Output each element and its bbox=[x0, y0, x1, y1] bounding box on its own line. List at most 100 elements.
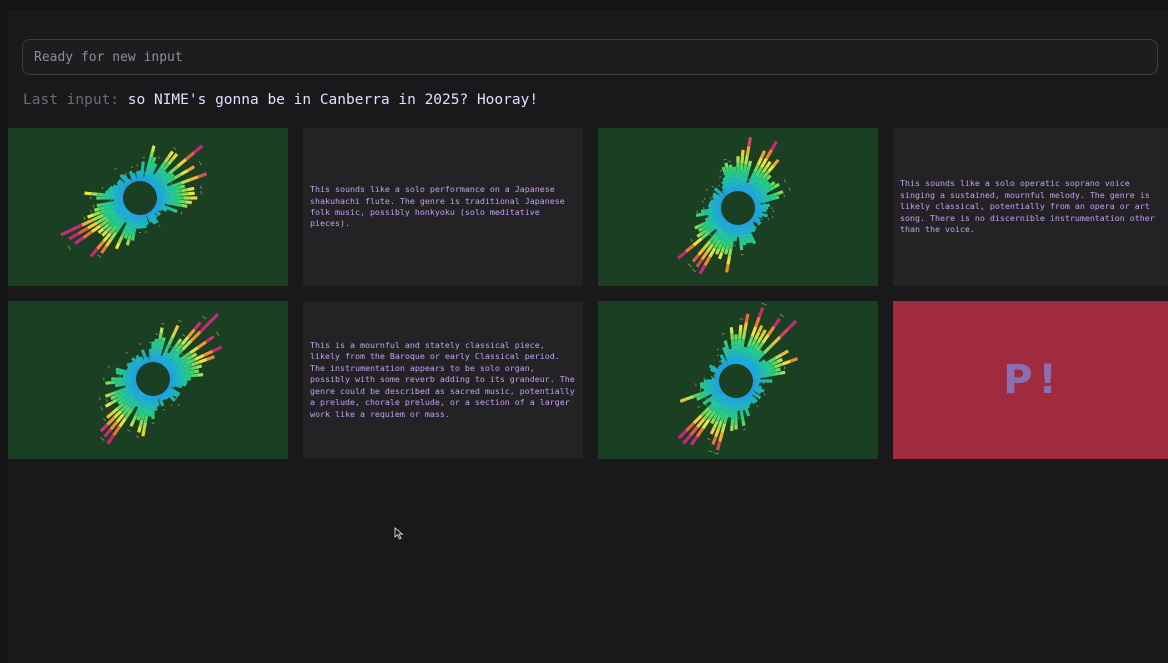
visualizer-1-bar bbox=[120, 230, 127, 238]
visualizer-2-bar bbox=[765, 160, 772, 169]
visualizer-3-bar bbox=[199, 321, 211, 333]
visualizer-3-bar bbox=[104, 401, 112, 408]
visualizer-2-bar bbox=[722, 186, 726, 190]
visualizer-3-bar bbox=[122, 372, 127, 376]
visualizer-2-peak bbox=[691, 268, 697, 273]
visualizer-3-bar bbox=[203, 349, 214, 357]
visualizer-3-bar bbox=[140, 349, 145, 353]
visualizer-4-peak bbox=[718, 360, 721, 363]
visualizer-2-bar bbox=[677, 250, 687, 260]
visualizer-1-bar bbox=[181, 203, 188, 208]
visualizer-2-bar bbox=[742, 241, 747, 246]
visualizer-1-bar bbox=[175, 192, 183, 197]
visualizer-1-peak bbox=[158, 224, 161, 227]
visualizer-4-bar bbox=[725, 348, 730, 354]
visualizer-1-bar bbox=[129, 172, 134, 176]
visualizer-2-bar bbox=[692, 237, 703, 247]
last-input-value: so NIME's gonna be in Canberra in 2025? … bbox=[127, 92, 539, 108]
visualizer-2-bar bbox=[703, 220, 710, 226]
visualizer-4-bar bbox=[741, 405, 745, 409]
visualizer-1-bar bbox=[162, 207, 166, 211]
description-tile-1[interactable]: This sounds like a solo performance on a… bbox=[303, 128, 583, 286]
visualizer-2-bar bbox=[710, 215, 715, 220]
visualizer-3-bar bbox=[159, 327, 164, 334]
visualizer-2-peak bbox=[711, 185, 714, 188]
visualizer-1-bar bbox=[155, 210, 159, 215]
visualizer-2-bar bbox=[759, 195, 764, 200]
visualizer-1-bar bbox=[102, 223, 110, 230]
prompt-input[interactable] bbox=[22, 39, 1158, 75]
visualizer-4-bar bbox=[708, 395, 714, 401]
visualizer-4-bar bbox=[757, 389, 761, 394]
visualizer-3-bar bbox=[175, 383, 179, 388]
visualizer-4-peak bbox=[714, 452, 719, 455]
visualizer-4-bar bbox=[763, 373, 770, 378]
visualizer-4-bar bbox=[724, 352, 729, 357]
visualizer-4-bar bbox=[779, 370, 786, 375]
visualizer-4-bar bbox=[753, 388, 757, 392]
visualizer-2-bar bbox=[753, 226, 757, 230]
visualizer-4-bar bbox=[695, 427, 705, 438]
visualizer-1-bar bbox=[151, 173, 156, 177]
visualizer-3-bar bbox=[106, 434, 115, 445]
visualizer-2-bar bbox=[765, 149, 773, 160]
visualizer-2-bar bbox=[684, 243, 695, 253]
visualizer-4-bar bbox=[706, 384, 711, 388]
visualizer-3-bar bbox=[114, 383, 119, 388]
visualizer-1-bar bbox=[167, 150, 174, 158]
visualizer-2-bar bbox=[740, 156, 745, 164]
visualizer-4-bar bbox=[789, 357, 799, 363]
visualizer-4-bar bbox=[738, 324, 743, 332]
visualizer-1-bar bbox=[150, 174, 155, 178]
visualizer-4-bar bbox=[774, 353, 783, 360]
visualizer-tile-4[interactable] bbox=[598, 301, 878, 459]
visualizer-4-bar bbox=[754, 393, 758, 397]
visualizer-4-bar bbox=[778, 327, 790, 339]
visualizer-3-bar bbox=[165, 352, 170, 356]
visualizer-1-bar bbox=[150, 145, 156, 153]
visualizer-1-bar bbox=[98, 206, 105, 211]
app-window: Last input: so NIME's gonna be in Canber… bbox=[8, 10, 1168, 663]
visualizer-tile-1[interactable] bbox=[8, 128, 288, 286]
visualizer-1-bar bbox=[160, 185, 165, 190]
visualizer-4-bar bbox=[718, 432, 724, 442]
visualizer-4-bar bbox=[751, 338, 758, 347]
visualizer-3-bar bbox=[114, 393, 121, 399]
visualizer-1-bar bbox=[162, 170, 168, 176]
visualizer-1-peak bbox=[83, 216, 86, 221]
visualizer-2-bar bbox=[753, 164, 760, 173]
visualizer-2-bar bbox=[724, 162, 729, 169]
visualizer-2-bar bbox=[700, 250, 709, 261]
visualizer-tile-3[interactable] bbox=[8, 301, 288, 459]
pending-tile[interactable]: P! bbox=[893, 301, 1168, 459]
visualizer-1-bar bbox=[132, 227, 137, 233]
visualizer-1-bar bbox=[162, 191, 170, 196]
visualizer-4-bar bbox=[781, 349, 790, 356]
visualizer-4-bar bbox=[768, 356, 777, 364]
visualizer-1-bar bbox=[180, 199, 187, 204]
visualizer-2-bar bbox=[760, 212, 764, 217]
visualizer-1-bar bbox=[114, 242, 121, 250]
visualizer-3-bar bbox=[174, 390, 179, 395]
visualizer-1-bar bbox=[165, 188, 172, 193]
visualizer-3-bar bbox=[127, 365, 131, 370]
visualizer-3-bar bbox=[99, 423, 109, 433]
visualizer-1-peak bbox=[157, 156, 161, 159]
description-tile-3[interactable]: This is a mournful and stately classical… bbox=[303, 301, 583, 459]
visualizer-2-bar bbox=[762, 198, 768, 203]
visualizer-tile-2[interactable] bbox=[598, 128, 878, 286]
visualizer-1-bar bbox=[99, 208, 107, 215]
visualizer-4-bar bbox=[740, 338, 745, 348]
visualizer-3-bar bbox=[105, 411, 114, 419]
visualizer-2-bar bbox=[723, 179, 728, 184]
visualizer-4-bar bbox=[741, 407, 746, 411]
visualizer-2-bar bbox=[765, 174, 772, 181]
visualizer-2-peak bbox=[788, 187, 791, 191]
visualizer-2-bar bbox=[708, 210, 714, 215]
visualizer-4-bar bbox=[709, 399, 714, 404]
description-tile-2[interactable]: This sounds like a solo operatic soprano… bbox=[893, 128, 1168, 286]
visualizer-2-bar bbox=[745, 146, 751, 156]
visualizer-4-bar bbox=[711, 436, 718, 446]
visualizer-1-bar bbox=[172, 181, 182, 188]
visualizer-3-bar bbox=[161, 337, 166, 343]
